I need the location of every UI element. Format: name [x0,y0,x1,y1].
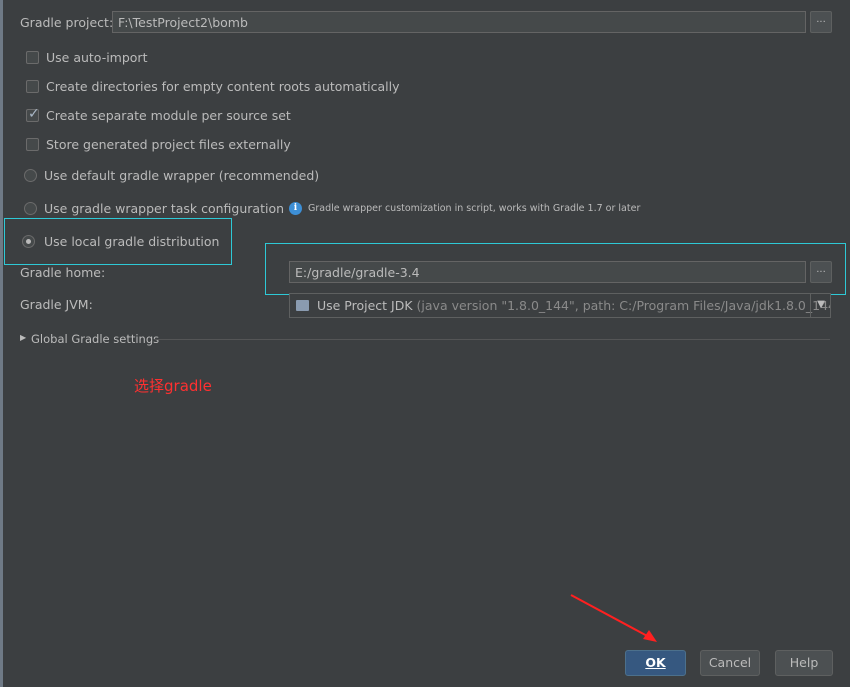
wrapper-task-hint: Gradle wrapper customization in script, … [308,203,641,214]
gradle-project-field[interactable]: F:\TestProject2\bomb [112,11,806,33]
gradle-jvm-label: Gradle JVM: [20,297,93,312]
info-icon: i [289,202,302,215]
create-dirs-option[interactable]: Create directories for empty content roo… [26,79,426,96]
wrapper-task-option[interactable]: Use gradle wrapper task configuration [24,201,285,218]
ok-button[interactable]: OK [625,650,686,676]
gradle-project-label: Gradle project: [20,15,114,30]
annotation-arrow [570,594,657,642]
gradle-home-label: Gradle home: [20,265,106,280]
checkmark-icon: ✓ [28,106,40,122]
wrapper-task-label: Use gradle wrapper task configuration [44,201,285,216]
auto-import-option[interactable]: Use auto-import [26,50,426,67]
gradle-project-browse-button[interactable]: ... [810,11,832,33]
folder-icon [296,300,309,311]
default-wrapper-option[interactable]: Use default gradle wrapper (recommended) [24,168,324,185]
default-wrapper-radio[interactable] [24,169,37,182]
separate-module-label: Create separate module per source set [46,108,291,123]
window-left-edge [0,0,3,687]
separate-module-option[interactable]: ✓ Create separate module per source set [26,106,426,125]
annotation-text: 选择gradle [134,377,212,395]
create-dirs-checkbox[interactable] [26,80,39,93]
store-externally-option[interactable]: Store generated project files externally [26,137,426,154]
cancel-button[interactable]: Cancel [700,650,760,676]
store-externally-checkbox[interactable] [26,138,39,151]
gradle-jvm-select[interactable]: Use Project JDK (java version "1.8.0_144… [289,293,831,318]
expand-arrow-icon: ▶ [20,333,27,342]
auto-import-checkbox[interactable] [26,51,39,64]
gradle-jvm-selected: Use Project JDK [316,298,413,313]
separate-module-checkbox[interactable]: ✓ [26,106,40,122]
global-gradle-settings-label: Global Gradle settings [31,332,160,346]
auto-import-label: Use auto-import [46,50,148,65]
create-dirs-label: Create directories for empty content roo… [46,79,400,94]
wrapper-task-radio[interactable] [24,202,37,215]
global-gradle-settings-toggle[interactable]: ▶ Global Gradle settings [20,332,160,348]
store-externally-label: Store generated project files externally [46,137,291,152]
help-button[interactable]: Help [775,650,833,676]
gradle-home-highlight [265,243,846,295]
section-divider [154,339,830,340]
local-distribution-highlight [4,218,232,265]
chevron-down-icon[interactable]: ▼ [810,294,831,317]
default-wrapper-label: Use default gradle wrapper (recommended) [44,168,320,183]
gradle-jvm-detail: (java version "1.8.0_144", path: C:/Prog… [416,298,831,313]
